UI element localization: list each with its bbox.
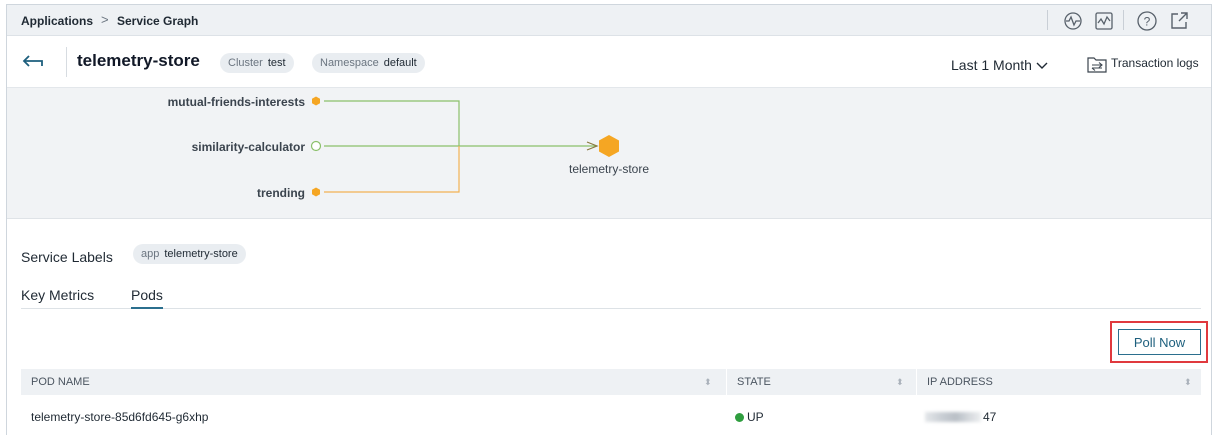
time-range-label: Last 1 Month (951, 57, 1032, 73)
back-arrow-icon[interactable] (21, 52, 45, 72)
node-trending[interactable] (312, 187, 320, 197)
chevron-down-icon (1036, 62, 1048, 70)
cluster-chip: Cluster test (220, 53, 294, 73)
node-label-target: telemetry-store (568, 162, 650, 176)
edge-mutual-friends-interests (324, 100, 460, 146)
transaction-logs-icon (1087, 57, 1107, 73)
column-divider (726, 369, 727, 395)
state-cell: UP (735, 410, 764, 424)
column-divider (916, 369, 917, 395)
toolbar-divider (1047, 10, 1048, 30)
column-header-ip-address[interactable]: IP ADDRESS (927, 369, 993, 395)
chip-key: Cluster (228, 57, 263, 69)
state-value: UP (747, 410, 764, 424)
node-label: trending (257, 186, 305, 200)
time-range-dropdown[interactable]: Last 1 Month (951, 57, 1048, 73)
sort-icon[interactable]: ⬍ (1184, 369, 1192, 395)
node-label: mutual-friends-interests (167, 95, 305, 109)
poll-now-button[interactable]: Poll Now (1118, 329, 1201, 355)
chip-value: telemetry-store (164, 248, 238, 260)
pod-name-cell[interactable]: telemetry-store-85d6fd645-g6xhp (31, 410, 208, 424)
page-title: telemetry-store (77, 51, 200, 70)
node-label: similarity-calculator (191, 140, 305, 154)
node-mutual-friends-interests[interactable] (312, 96, 320, 106)
breadcrumb-applications-link[interactable]: Applications (21, 14, 93, 28)
svg-text:?: ? (1144, 15, 1151, 29)
namespace-chip: Namespace default (312, 53, 425, 73)
redacted-ip-mask (925, 412, 981, 422)
service-labels-title: Service Labels (21, 249, 113, 265)
breadcrumb-separator: > (101, 12, 109, 27)
pods-table-header: POD NAME ⬍ STATE ⬍ IP ADDRESS ⬍ (21, 369, 1201, 395)
sort-icon[interactable]: ⬍ (896, 369, 904, 395)
chip-value: default (383, 57, 417, 69)
chip-value: test (267, 57, 286, 69)
sort-icon[interactable]: ⬍ (704, 369, 712, 395)
edge-trending (324, 146, 460, 193)
toolbar-divider (1123, 10, 1124, 30)
service-label-chip: app telemetry-store (133, 244, 246, 264)
tab-key-metrics[interactable]: Key Metrics (21, 287, 94, 309)
health-check-icon[interactable] (1061, 9, 1085, 33)
transaction-logs-button[interactable]: Transaction logs (1087, 55, 1199, 73)
breadcrumb-current: Service Graph (117, 14, 199, 28)
performance-icon[interactable] (1092, 9, 1116, 33)
status-up-icon (735, 413, 744, 422)
column-header-pod-name[interactable]: POD NAME (31, 369, 90, 395)
header-divider (66, 47, 67, 77)
service-graph-page: Applications > Service Graph ? telemetry… (6, 4, 1212, 435)
breadcrumb-bar: Applications > Service Graph ? (7, 5, 1211, 36)
column-header-state[interactable]: STATE (737, 369, 771, 395)
node-telemetry-store[interactable] (599, 135, 619, 157)
tab-pods[interactable]: Pods (131, 287, 163, 309)
service-graph-canvas: mutual-friends-interests similarity-calc… (7, 88, 1211, 219)
transaction-logs-label: Transaction logs (1111, 56, 1199, 71)
chip-key: Namespace (320, 57, 379, 69)
chip-key: app (141, 248, 160, 260)
external-link-icon[interactable] (1167, 9, 1191, 33)
node-similarity-calculator[interactable] (310, 140, 322, 152)
tab-bar: Key Metrics Pods (21, 287, 1201, 309)
service-header: telemetry-store Cluster test Namespace def… (7, 36, 1211, 88)
ip-suffix: 47 (983, 410, 997, 424)
ip-address-cell: 47 (925, 410, 996, 424)
help-icon[interactable]: ? (1135, 9, 1159, 33)
